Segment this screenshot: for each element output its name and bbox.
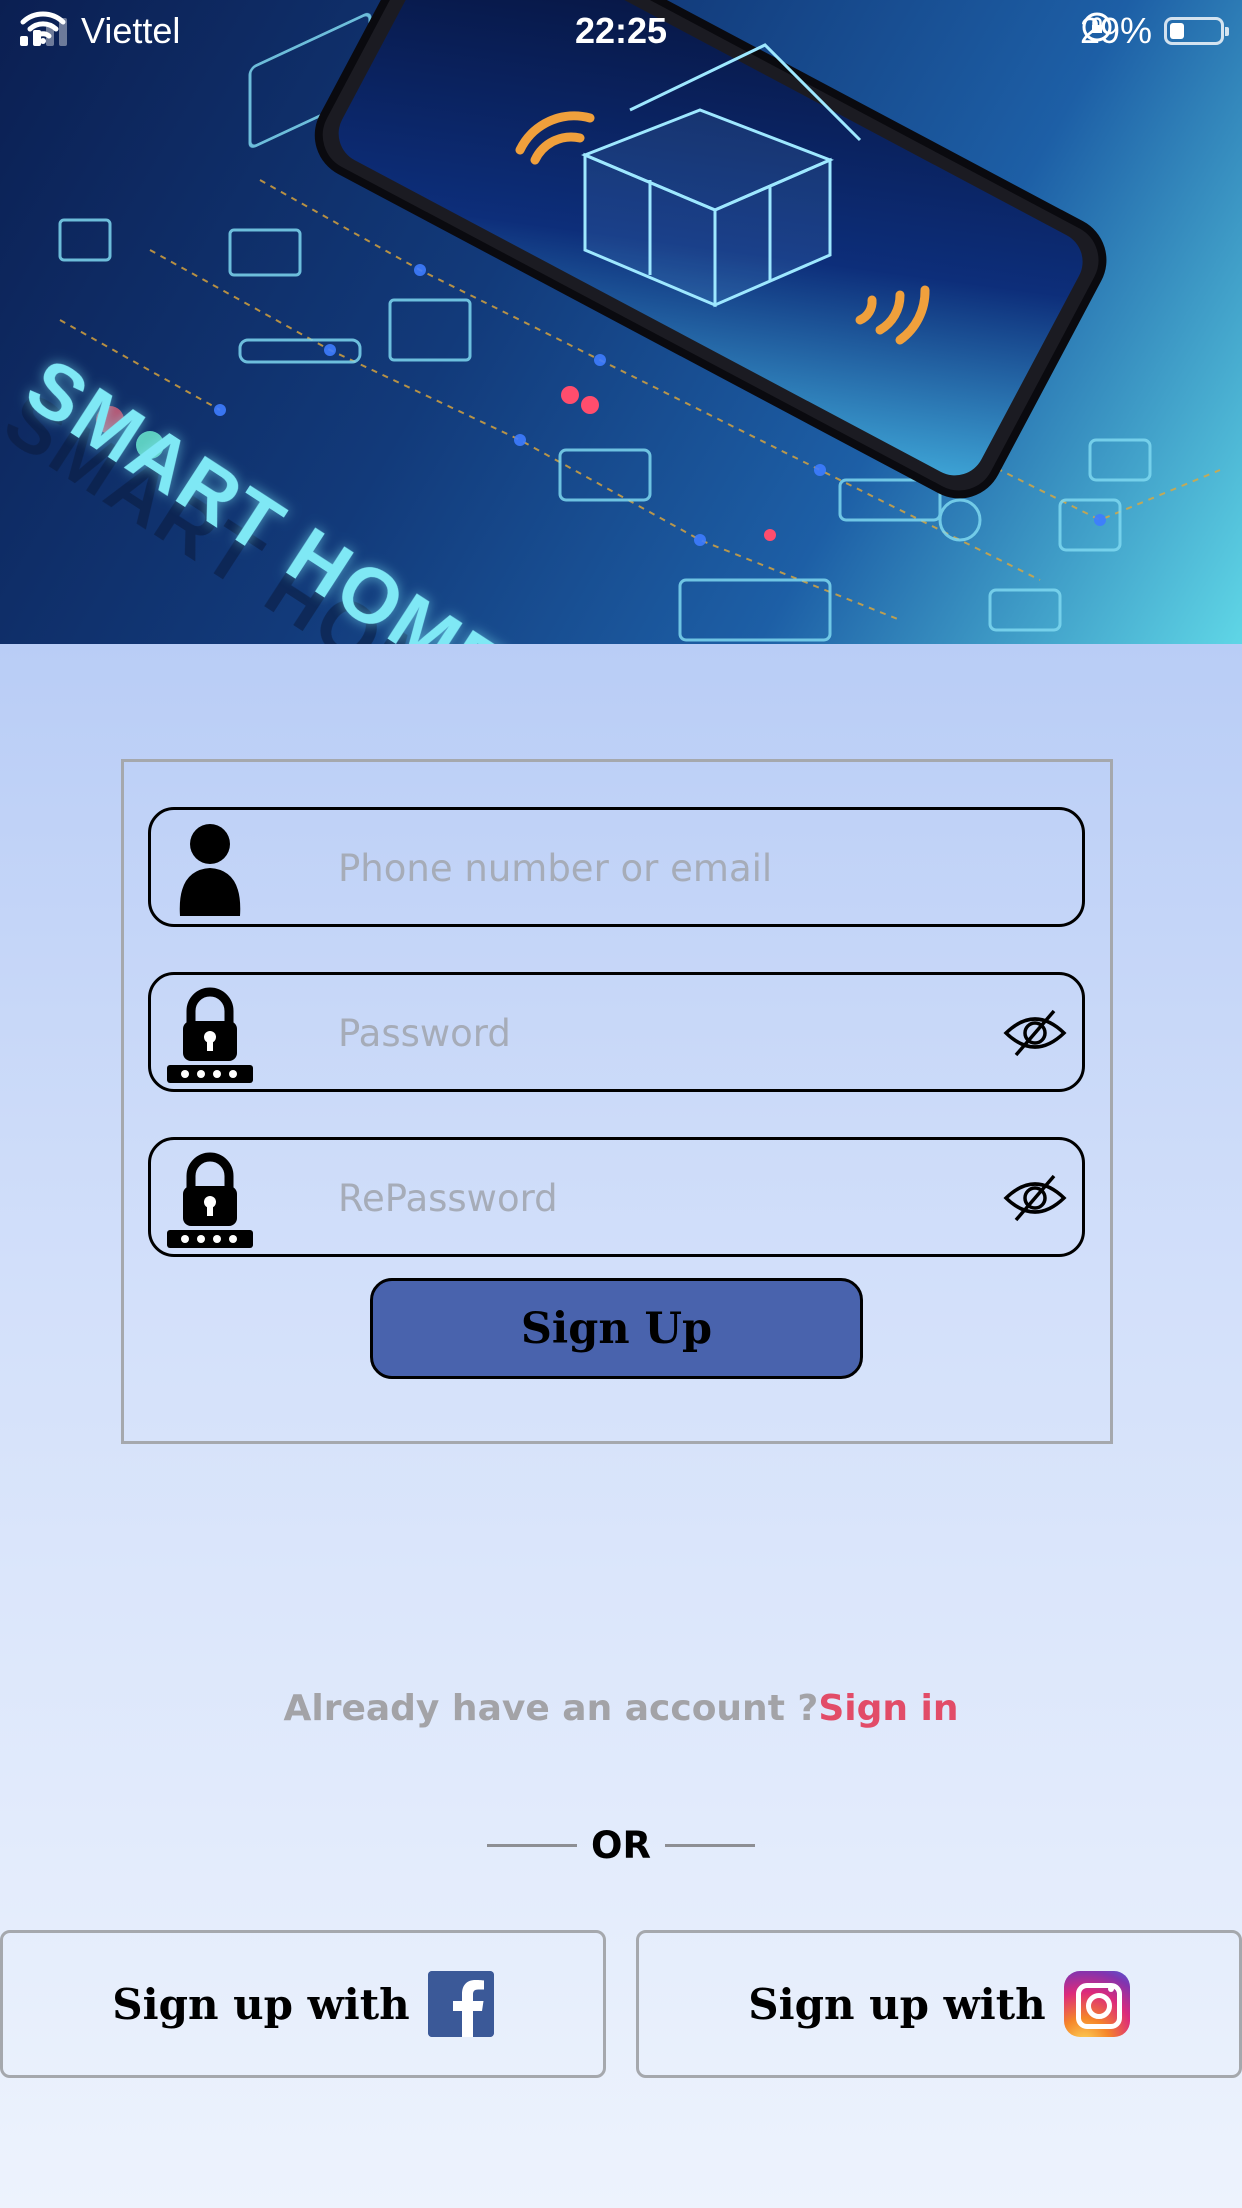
user-icon: [179, 824, 241, 916]
rotation-lock-icon: [1082, 12, 1112, 42]
smart-home-illustration: [58, 0, 1221, 642]
phone-email-input[interactable]: [336, 828, 900, 908]
status-right: 29%: [1080, 10, 1229, 52]
facebook-signup-button[interactable]: Sign up with: [0, 1930, 606, 2078]
battery-icon: [1164, 17, 1229, 45]
password-input[interactable]: [336, 993, 900, 1073]
status-bar: Viettel 22:25 29%: [0, 0, 1242, 62]
sign-up-button[interactable]: Sign Up: [370, 1278, 863, 1379]
phone-email-field[interactable]: [148, 807, 1085, 927]
status-time: 22:25: [574, 10, 668, 51]
facebook-signup-label: Sign up with: [112, 1979, 410, 2029]
already-account-text: Already have an account ?: [283, 1688, 819, 1729]
repassword-input[interactable]: [336, 1158, 900, 1238]
instagram-signup-label: Sign up with: [748, 1979, 1046, 2029]
password-field[interactable]: [148, 972, 1085, 1092]
lock-icon: [167, 1152, 253, 1248]
divider-line-right: [665, 1844, 755, 1847]
hero-banner: SMART HOME Viettel 22:25 29%: [0, 0, 1242, 644]
or-divider: OR: [487, 1824, 755, 1874]
lock-icon: [167, 987, 253, 1083]
instagram-icon: [1063, 1971, 1130, 2037]
sign-in-link[interactable]: Sign in: [818, 1688, 958, 1729]
repassword-field[interactable]: [148, 1137, 1085, 1257]
instagram-signup-button[interactable]: Sign up with: [636, 1930, 1242, 2078]
eye-slash-icon[interactable]: [1002, 1170, 1068, 1226]
signin-prompt: Already have an account ?Sign in: [0, 1688, 1242, 1729]
eye-slash-icon[interactable]: [1002, 1005, 1068, 1061]
facebook-icon: [427, 1971, 494, 2037]
